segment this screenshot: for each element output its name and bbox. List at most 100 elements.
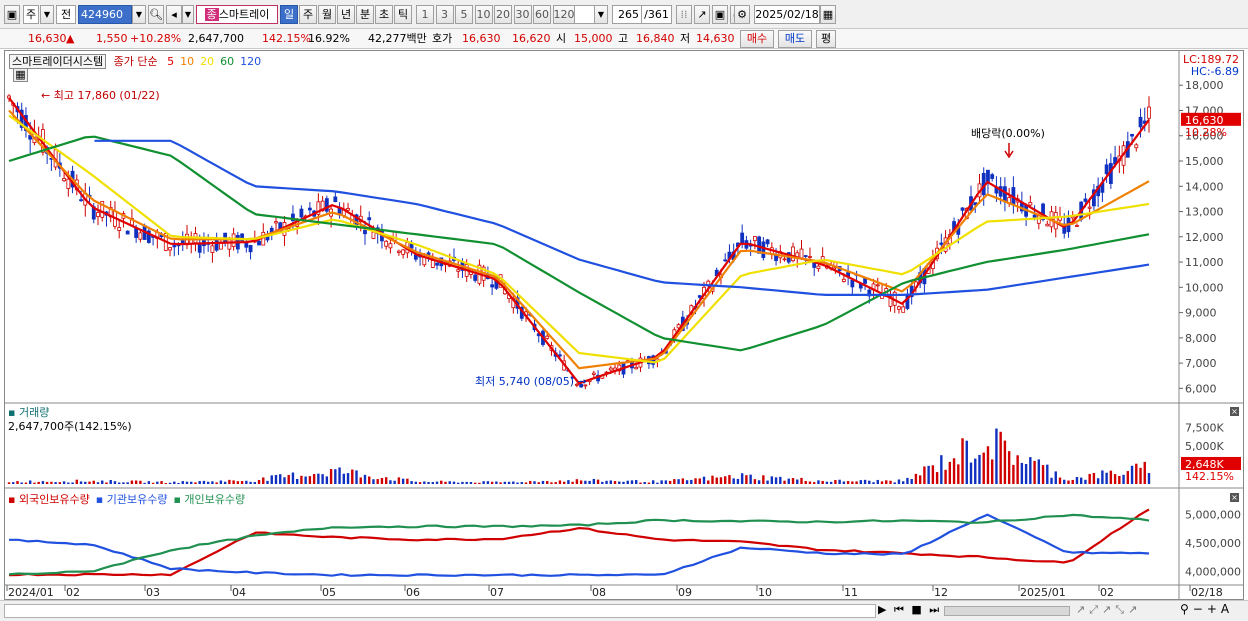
interval-dropdown-icon[interactable]: ▼ [594,5,608,24]
last-icon[interactable]: ⏭ [929,603,941,616]
candle-body [608,367,613,371]
sound-dropdown-icon[interactable]: ▼ [182,5,194,24]
volume-bar [185,481,189,484]
evaluate-button[interactable]: 평 [816,30,836,48]
volume-bar [808,481,812,484]
draw-tools: ↗⤢↗⤡↗ [1076,603,1141,617]
horizontal-scrollbar[interactable] [4,604,876,618]
period-tab-2[interactable]: 월 [318,5,336,24]
save-icon[interactable]: ▣ [712,5,728,24]
volume-bar [1143,461,1146,484]
volume-bar [452,481,456,484]
volume-bar [228,479,231,484]
volume-bar [423,481,426,484]
scroll-right-icon[interactable]: ▶ [878,603,888,616]
magnify-icon[interactable]: ⚲ [1180,602,1193,616]
volume-bar [876,479,879,484]
volume-bar [643,482,646,484]
volume-bar [842,481,846,484]
interval-tab-10[interactable]: 10 [474,5,493,24]
volume-bar [1135,463,1138,484]
first-icon[interactable]: ⏮ [894,603,906,616]
buy-button[interactable]: 매수 [740,30,774,48]
volume-bar [287,474,290,484]
volume-bar [122,482,125,484]
holding-panel-close-icon[interactable]: × [1230,493,1239,502]
period-tab-4[interactable]: 분 [356,5,374,24]
interval-tab-5[interactable]: 5 [455,5,473,24]
candle-body [299,208,304,218]
period-tab-5[interactable]: 초 [375,5,393,24]
market-select[interactable]: 주 [23,5,39,24]
zoom-out-icon[interactable]: − [1193,602,1207,616]
stop-icon[interactable]: ■ [911,603,923,616]
volume-bar [37,481,40,484]
volume-bar [702,476,706,484]
volume-panel-close-icon[interactable]: × [1230,407,1239,416]
candle-body [1104,164,1109,175]
volume-bar [885,480,888,484]
holding-legend: ▪ 외국인보유수량 ▪ 기관보유수량 ▪ 개인보유수량 [8,491,251,507]
draw-tool-icon[interactable]: ↗ [694,5,710,24]
volume-bar [486,481,490,484]
period-tab-1[interactable]: 주 [299,5,317,24]
line-tool-icon[interactable]: ↗ [1076,603,1089,616]
interval-tab-120[interactable]: 120 [552,5,575,24]
amount-value: 42,277백만 [368,32,427,45]
volume-bar [715,477,718,484]
candle-body [307,207,312,211]
interval-tab-20[interactable]: 20 [494,5,512,24]
count-input[interactable]: 265 [612,5,642,24]
interval-tab-3[interactable]: 3 [435,5,454,24]
volume-bar [902,481,905,484]
market-dropdown-icon[interactable]: ▼ [40,5,54,24]
period-tab-6[interactable]: 틱 [394,5,412,24]
sell-button[interactable]: 매도 [778,30,812,48]
period-tab-3[interactable]: 년 [337,5,355,24]
volume-bar [482,481,485,484]
ma-legend-10: 10 [180,55,195,68]
chart-area[interactable]: 18,000 17,000 16,000 15,000 14,000 13,000 12,0… [4,50,1244,600]
table-icon[interactable]: ▦ [13,68,28,82]
candle-body [1130,133,1134,137]
volume-bar [33,482,36,484]
gear-icon[interactable]: ⚙ [734,5,750,24]
candle-body [1075,225,1079,227]
sound-icon[interactable]: ◂ [166,5,182,24]
volume-value: 2,647,700 [188,32,244,45]
interval-tab-30[interactable]: 30 [513,5,532,24]
trend-tool-icon[interactable]: ⤢ [1089,603,1102,616]
period-tab-0[interactable]: 일 [280,5,298,24]
grid-icon[interactable]: ⁞⁞ [676,5,692,24]
code-dropdown-icon[interactable]: ▼ [132,5,146,24]
volume-bar [724,476,727,484]
date-input[interactable]: 2025/02/18 [754,5,820,24]
fib-tool-icon[interactable]: ↗ [1128,603,1141,616]
interval-tab-1[interactable]: 1 [416,5,434,24]
stock-name-field[interactable]: 종 스마트레이 [196,5,278,24]
volume-bar [906,477,909,484]
volume-bar [448,481,451,484]
calendar-icon[interactable]: ▦ [820,5,836,24]
volume-bar [1118,475,1121,484]
price-tick-label: 15,000 [1185,155,1224,168]
chart-canvas[interactable]: 18,00017,00016,00015,00014,00013,00012,0… [5,51,1243,599]
interval-tab-60[interactable]: 60 [533,5,551,24]
ray-tool-icon[interactable]: ↗ [1102,603,1115,616]
volume-bar [1054,471,1057,484]
volume-bar [1113,474,1117,484]
volume-bar [236,481,240,484]
volume-bar [62,481,66,484]
text-tool-icon[interactable]: A [1221,602,1233,616]
stock-code-input[interactable]: 424960 [78,5,132,24]
zoom-slider[interactable] [944,606,1070,616]
volume-bar [270,475,273,484]
window-menu-icon[interactable]: ▣ [4,5,20,24]
volume-bar [537,482,540,484]
candle-body [1028,202,1033,206]
volume-bar [173,481,176,484]
zoom-in-icon[interactable]: + [1207,602,1221,616]
channel-tool-icon[interactable]: ⤡ [1115,603,1128,616]
stock-title[interactable]: 스마트레이더시스템 [9,54,107,69]
search-icon[interactable]: 🔍︎ [148,5,164,24]
